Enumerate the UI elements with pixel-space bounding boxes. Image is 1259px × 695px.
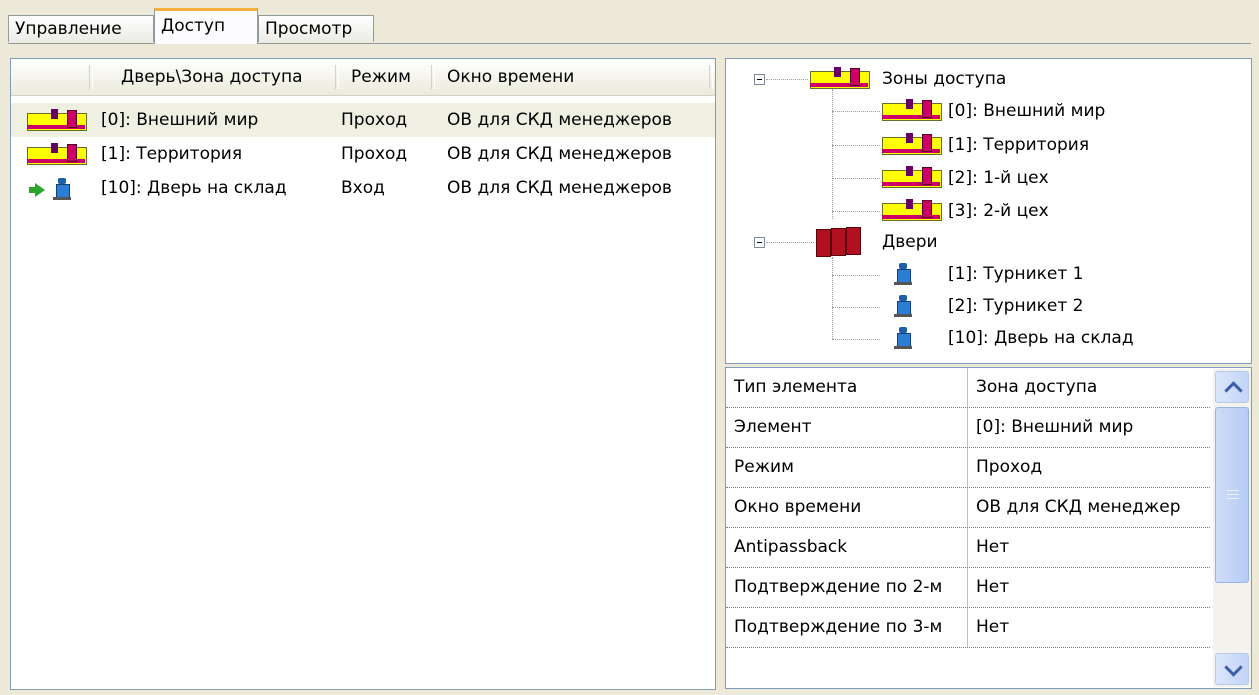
turnstile-icon (894, 295, 912, 319)
tree-node-door[interactable]: [10]: Дверь на склад (948, 327, 1134, 349)
row-name: [1]: Территория (101, 144, 243, 164)
property-value[interactable]: Нет (970, 568, 1210, 607)
collapse-toggle-zones[interactable] (754, 74, 765, 85)
tree-connector (832, 145, 880, 147)
list-row[interactable]: [0]: Внешний мир Проход ОВ для СКД менед… (11, 103, 715, 137)
property-grid-scrollbar[interactable] (1213, 369, 1251, 687)
row-name: [0]: Внешний мир (101, 110, 259, 130)
list-header: Дверь\Зона доступа Режим Окно времени (11, 59, 715, 96)
tree-connector (832, 89, 834, 219)
property-name: Подтверждение по 2-м (726, 568, 968, 607)
property-grid[interactable]: Тип элемента Зона доступа Элемент [0]: В… (725, 367, 1252, 689)
property-row[interactable]: Antipassback Нет (726, 528, 1210, 568)
row-time-window: ОВ для СКД менеджеров (447, 178, 672, 198)
property-name: Antipassback (726, 528, 968, 567)
turnstile-icon (894, 327, 912, 351)
entry-turnstile-icon (29, 176, 89, 200)
tree-node-zone[interactable]: [1]: Территория (948, 134, 1089, 156)
tree-connector (832, 211, 880, 213)
access-zone-icon (27, 143, 87, 165)
column-header-time-window[interactable]: Окно времени (447, 59, 574, 95)
tree-connector (832, 275, 880, 277)
property-value[interactable]: Нет (970, 608, 1210, 647)
access-zone-icon (810, 67, 870, 89)
list-row[interactable]: [10]: Дверь на склад Вход ОВ для СКД мен… (11, 171, 715, 205)
column-separator[interactable] (431, 65, 435, 89)
tree-node-zone[interactable]: [2]: 1-й цех (948, 167, 1049, 189)
chevron-up-icon (1224, 381, 1243, 400)
property-value[interactable]: Проход (970, 448, 1210, 487)
tree-connector (766, 79, 808, 81)
tree-connector (832, 339, 880, 341)
tree-connector (766, 242, 814, 244)
property-row[interactable]: Режим Проход (726, 448, 1210, 488)
access-zone-icon (882, 133, 942, 155)
property-row[interactable]: Тип элемента Зона доступа (726, 368, 1210, 408)
property-value[interactable]: Нет (970, 528, 1210, 567)
scroll-down-button[interactable] (1215, 653, 1249, 685)
row-mode: Проход (341, 144, 408, 164)
tree-connector (832, 307, 880, 309)
access-zone-icon (882, 166, 942, 188)
tab-view[interactable]: Просмотр (258, 15, 374, 42)
property-row[interactable]: Окно времени ОВ для СКД менеджер (726, 488, 1210, 528)
tab-management[interactable]: Управление (8, 15, 154, 42)
property-value[interactable]: ОВ для СКД менеджер (970, 488, 1210, 527)
property-row[interactable]: Подтверждение по 3-м Нет (726, 608, 1210, 648)
tree-connector (832, 257, 834, 339)
property-value[interactable]: Зона доступа (970, 368, 1210, 407)
tree-node-doors-group[interactable]: Двери (882, 231, 938, 253)
scroll-thumb[interactable] (1215, 407, 1249, 583)
collapse-toggle-doors[interactable] (754, 237, 765, 248)
property-name: Окно времени (726, 488, 968, 527)
column-header-mode[interactable]: Режим (351, 59, 411, 95)
row-time-window: ОВ для СКД менеджеров (447, 110, 672, 130)
access-list-view[interactable]: Дверь\Зона доступа Режим Окно времени [0… (10, 58, 716, 690)
column-separator[interactable] (335, 65, 339, 89)
tab-access[interactable]: Доступ (154, 8, 258, 44)
column-separator[interactable] (709, 65, 713, 89)
property-name: Тип элемента (726, 368, 968, 407)
scroll-up-button[interactable] (1215, 371, 1249, 403)
tree-node-door[interactable]: [1]: Турникет 1 (948, 263, 1083, 285)
property-row[interactable]: Подтверждение по 2-м Нет (726, 568, 1210, 608)
tab-label: Доступ (161, 16, 226, 36)
property-name: Элемент (726, 408, 968, 447)
tree-connector (832, 178, 880, 180)
tree-node-zones-group[interactable]: Зоны доступа (882, 68, 1006, 90)
column-header-door-zone[interactable]: Дверь\Зона доступа (121, 59, 303, 95)
tree-node-zone[interactable]: [3]: 2-й цех (948, 200, 1049, 222)
row-mode: Проход (341, 110, 408, 130)
tree-node-zone[interactable]: [0]: Внешний мир (948, 100, 1105, 122)
doors-group-icon (816, 226, 862, 257)
tree-connector (832, 111, 880, 113)
access-zone-icon (882, 99, 942, 121)
access-zone-icon (882, 199, 942, 221)
property-value[interactable]: [0]: Внешний мир (970, 408, 1210, 447)
list-row[interactable]: [1]: Территория Проход ОВ для СКД менедж… (11, 137, 715, 171)
row-mode: Вход (341, 178, 385, 198)
row-name: [10]: Дверь на склад (101, 178, 287, 198)
column-separator[interactable] (89, 65, 93, 89)
access-tree-view[interactable]: Зоны доступа [0]: Внешний мир [1]: Терри… (725, 58, 1252, 364)
row-time-window: ОВ для СКД менеджеров (447, 144, 672, 164)
tree-node-door[interactable]: [2]: Турникет 2 (948, 295, 1083, 317)
tab-label: Просмотр (265, 19, 353, 39)
property-name: Подтверждение по 3-м (726, 608, 968, 647)
property-row[interactable]: Элемент [0]: Внешний мир (726, 408, 1210, 448)
turnstile-icon (894, 263, 912, 287)
tab-label: Управление (15, 19, 122, 39)
chevron-down-icon (1224, 658, 1243, 677)
access-zone-icon (27, 109, 87, 131)
property-name: Режим (726, 448, 968, 487)
